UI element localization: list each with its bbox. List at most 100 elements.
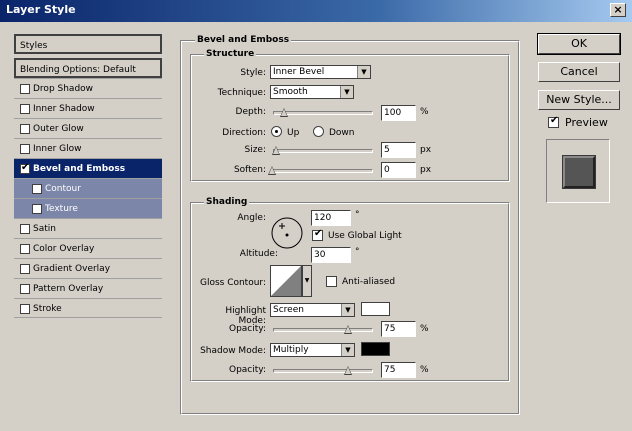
soften-input[interactable]: 0 <box>381 162 416 178</box>
texture-checkbox[interactable] <box>32 204 42 214</box>
angle-unit: ° <box>355 210 360 220</box>
highlight-opacity-label: Opacity: <box>229 324 266 334</box>
stroke-checkbox[interactable] <box>20 304 30 314</box>
ok-button[interactable]: OK <box>537 33 621 55</box>
size-slider-thumb[interactable] <box>272 146 280 155</box>
angle-input[interactable]: 120 <box>311 210 351 226</box>
shadow-mode-select[interactable]: Multiply ▼ <box>270 343 355 357</box>
pattern-overlay-checkbox[interactable] <box>20 284 30 294</box>
list-item-contour[interactable]: Contour <box>14 178 162 198</box>
highlight-mode-value: Screen <box>273 305 304 315</box>
size-label: Size: <box>244 145 266 155</box>
chevron-down-icon: ▼ <box>341 344 354 356</box>
technique-label: Technique: <box>217 88 266 98</box>
checkmark-icon: ✔ <box>314 228 323 239</box>
texture-label: Texture <box>45 204 78 214</box>
drop-shadow-label: Drop Shadow <box>33 84 94 94</box>
shadow-opacity-slider-thumb[interactable] <box>344 366 352 375</box>
depth-slider-thumb[interactable] <box>280 108 288 117</box>
global-light-label: Use Global Light <box>328 231 402 241</box>
inner-shadow-label: Inner Shadow <box>33 104 95 114</box>
inner-shadow-checkbox[interactable] <box>20 104 30 114</box>
shadow-color-swatch[interactable] <box>361 342 390 356</box>
depth-input[interactable]: 100 <box>381 105 416 121</box>
inner-glow-label: Inner Glow <box>33 144 82 154</box>
chevron-down-icon: ▼ <box>340 86 353 98</box>
shadow-mode-label: Shadow Mode: <box>200 346 266 356</box>
list-item-bevel-emboss[interactable]: ✔ Bevel and Emboss <box>14 158 162 178</box>
close-button[interactable]: × <box>610 3 626 17</box>
depth-unit: % <box>420 107 429 117</box>
highlight-opacity-input[interactable]: 75 <box>381 321 416 337</box>
highlight-opacity-unit: % <box>420 324 429 334</box>
style-label: Style: <box>240 68 266 78</box>
gradient-overlay-checkbox[interactable] <box>20 264 30 274</box>
checkmark-icon: ✔ <box>21 162 30 173</box>
styles-header[interactable]: Styles <box>14 34 162 54</box>
outer-glow-checkbox[interactable] <box>20 124 30 134</box>
list-item-outer-glow[interactable]: Outer Glow <box>14 118 162 138</box>
blending-options-item[interactable]: Blending Options: Default <box>14 58 162 78</box>
outer-glow-label: Outer Glow <box>33 124 84 134</box>
anti-aliased-label: Anti-aliased <box>342 277 396 287</box>
stroke-label: Stroke <box>33 304 62 314</box>
shadow-opacity-unit: % <box>420 365 429 375</box>
shading-title: Shading <box>204 197 250 207</box>
satin-label: Satin <box>33 224 56 234</box>
highlight-mode-select[interactable]: Screen ▼ <box>270 303 355 317</box>
gloss-contour-preview-icon[interactable] <box>270 265 302 297</box>
soften-slider-thumb[interactable] <box>268 166 276 175</box>
direction-up-radio[interactable] <box>271 126 282 137</box>
soften-slider-track[interactable] <box>273 169 373 173</box>
size-slider-track[interactable] <box>273 149 373 153</box>
blending-options-label: Blending Options: Default <box>20 65 136 75</box>
anti-aliased-checkbox[interactable] <box>326 276 337 287</box>
list-item-stroke[interactable]: Stroke <box>14 298 162 318</box>
new-style-button[interactable]: New Style... <box>538 90 620 110</box>
cancel-button[interactable]: Cancel <box>538 62 620 82</box>
list-item-drop-shadow[interactable]: Drop Shadow <box>14 78 162 98</box>
satin-checkbox[interactable] <box>20 224 30 234</box>
color-overlay-label: Color Overlay <box>33 244 95 254</box>
inner-glow-checkbox[interactable] <box>20 144 30 154</box>
style-select[interactable]: Inner Bevel ▼ <box>270 65 371 79</box>
chevron-down-icon: ▼ <box>304 277 310 284</box>
title-bar[interactable]: Layer Style × <box>0 0 632 22</box>
contour-checkbox[interactable] <box>32 184 42 194</box>
list-item-satin[interactable]: Satin <box>14 218 162 238</box>
technique-select[interactable]: Smooth ▼ <box>270 85 354 99</box>
global-light-checkbox[interactable]: ✔ <box>312 228 323 241</box>
gloss-contour-dropdown[interactable]: ▼ <box>302 265 312 297</box>
direction-down-label: Down <box>329 128 355 138</box>
depth-label: Depth: <box>235 107 266 117</box>
depth-slider-track[interactable] <box>273 111 373 115</box>
list-item-texture[interactable]: Texture <box>14 198 162 218</box>
direction-down-radio[interactable] <box>313 126 324 137</box>
size-input[interactable]: 5 <box>381 142 416 158</box>
list-item-color-overlay[interactable]: Color Overlay <box>14 238 162 258</box>
highlight-color-swatch[interactable] <box>361 302 390 316</box>
highlight-opacity-slider-thumb[interactable] <box>344 325 352 334</box>
styles-list: Styles Blending Options: Default Drop Sh… <box>14 34 164 417</box>
shadow-opacity-slider-track[interactable] <box>273 369 373 373</box>
drop-shadow-checkbox[interactable] <box>20 84 30 94</box>
soften-unit: px <box>420 165 432 175</box>
chevron-down-icon: ▼ <box>357 66 370 78</box>
direction-up-label: Up <box>287 128 300 138</box>
list-item-gradient-overlay[interactable]: Gradient Overlay <box>14 258 162 278</box>
list-item-inner-shadow[interactable]: Inner Shadow <box>14 98 162 118</box>
list-item-pattern-overlay[interactable]: Pattern Overlay <box>14 278 162 298</box>
shadow-opacity-input[interactable]: 75 <box>381 362 416 378</box>
preview-checkbox[interactable]: ✔ <box>548 115 559 128</box>
angle-dial-icon[interactable] <box>270 216 304 250</box>
technique-value: Smooth <box>273 87 308 97</box>
direction-label: Direction: <box>222 128 266 138</box>
bevel-emboss-title: Bevel and Emboss <box>195 35 292 45</box>
highlight-opacity-slider-track[interactable] <box>273 328 373 332</box>
altitude-input[interactable]: 30 <box>311 247 351 263</box>
chevron-down-icon: ▼ <box>341 304 354 316</box>
angle-label: Angle: <box>237 213 266 223</box>
color-overlay-checkbox[interactable] <box>20 244 30 254</box>
bevel-emboss-checkbox[interactable]: ✔ <box>20 162 30 174</box>
list-item-inner-glow[interactable]: Inner Glow <box>14 138 162 158</box>
